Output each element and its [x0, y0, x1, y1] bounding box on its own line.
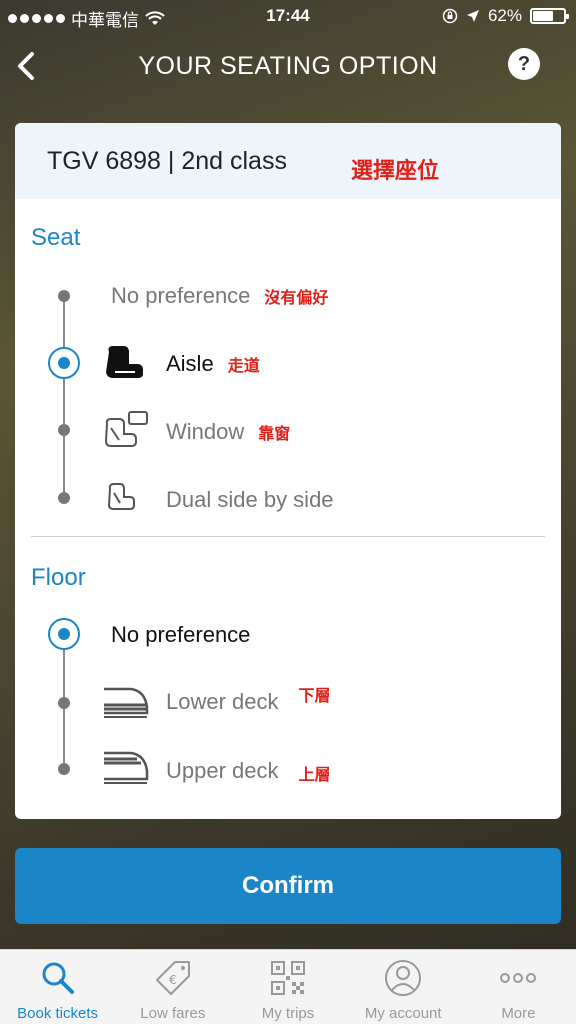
- floor-option-upper-deck[interactable]: Upper deck 上層: [166, 757, 331, 785]
- seat-aisle-radio-selected[interactable]: [48, 347, 80, 379]
- floor-section-title: Floor: [31, 564, 86, 591]
- floor-lower-dot[interactable]: [58, 697, 70, 709]
- floor-rail: [63, 649, 65, 769]
- seat-no-preference-dot[interactable]: [58, 290, 70, 302]
- status-bar: 中華電信 17:44 62%: [0, 0, 576, 32]
- card-header: TGV 6898 | 2nd class 選擇座位: [15, 123, 561, 199]
- seat-option-no-preference[interactable]: No preference 沒有偏好: [111, 283, 328, 309]
- tab-low-fares[interactable]: € Low fares: [115, 950, 230, 1024]
- train-title: TGV 6898 | 2nd class: [47, 147, 287, 175]
- floor-option-annotation: 上層: [298, 767, 331, 784]
- tab-bar: Book tickets € Low fares My trips My acc…: [0, 949, 576, 1024]
- tab-my-trips[interactable]: My trips: [230, 950, 345, 1024]
- floor-no-preference-radio-selected[interactable]: [48, 618, 80, 650]
- svg-text:€: €: [169, 973, 177, 987]
- seating-card: TGV 6898 | 2nd class 選擇座位 Seat No prefer…: [15, 123, 561, 819]
- floor-upper-dot[interactable]: [58, 763, 70, 775]
- upper-deck-train-icon: [104, 751, 149, 784]
- price-tag-icon: €: [155, 961, 190, 995]
- seat-window-dot[interactable]: [58, 424, 70, 436]
- tab-label: My account: [364, 1005, 442, 1022]
- seat-section-title: Seat: [31, 224, 81, 251]
- seat-option-label: No preference: [111, 283, 251, 308]
- train-annotation: 選擇座位: [351, 158, 440, 183]
- seat-option-label: Aisle: [166, 351, 214, 376]
- user-icon: [385, 960, 422, 996]
- floor-option-lower-deck[interactable]: Lower deck 下層: [166, 688, 331, 715]
- seat-option-annotation: 走道: [227, 358, 260, 375]
- seat-rail: [63, 295, 65, 497]
- seat-option-annotation: 沒有偏好: [264, 290, 329, 307]
- tab-my-account[interactable]: My account: [346, 950, 461, 1024]
- rotation-lock-icon: [442, 8, 458, 24]
- floor-option-no-preference[interactable]: No preference: [111, 622, 250, 648]
- section-divider: [31, 536, 545, 537]
- page-title: YOUR SEATING OPTION: [138, 52, 438, 80]
- tab-label: My trips: [261, 1005, 315, 1022]
- floor-option-label: Upper deck: [166, 758, 279, 783]
- tab-label: More: [501, 1005, 536, 1022]
- more-dots-icon: [500, 973, 537, 983]
- battery-percent: 62%: [487, 6, 522, 25]
- search-icon: [42, 962, 74, 994]
- dual-seat-icon: [107, 483, 135, 510]
- tab-book-tickets[interactable]: Book tickets: [0, 950, 115, 1024]
- floor-option-label: Lower deck: [166, 689, 279, 714]
- lower-deck-train-icon: [104, 687, 149, 718]
- nav-bar: YOUR SEATING OPTION ?: [0, 38, 576, 94]
- seat-option-aisle[interactable]: Aisle 走道: [166, 351, 260, 377]
- floor-option-label: No preference: [111, 622, 251, 647]
- battery-icon: [530, 8, 569, 24]
- window-seat-icon: [104, 411, 148, 447]
- seat-option-label: Window: [166, 419, 245, 444]
- help-button[interactable]: ?: [508, 48, 540, 80]
- seat-option-label: Dual side by side: [166, 487, 334, 512]
- floor-option-annotation: 下層: [298, 688, 331, 705]
- seat-option-dual[interactable]: Dual side by side: [166, 487, 334, 513]
- tab-label: Low fares: [140, 1005, 206, 1022]
- aisle-seat-icon: [106, 346, 143, 378]
- seat-option-window[interactable]: Window 靠窗: [166, 419, 290, 445]
- tab-label: Book tickets: [17, 1005, 99, 1022]
- seat-dual-dot[interactable]: [58, 492, 70, 504]
- location-arrow-icon: [466, 10, 479, 22]
- seat-option-annotation: 靠窗: [258, 426, 291, 443]
- qr-code-icon: [271, 961, 305, 995]
- confirm-button[interactable]: Confirm: [15, 848, 561, 924]
- tab-more[interactable]: More: [461, 950, 576, 1024]
